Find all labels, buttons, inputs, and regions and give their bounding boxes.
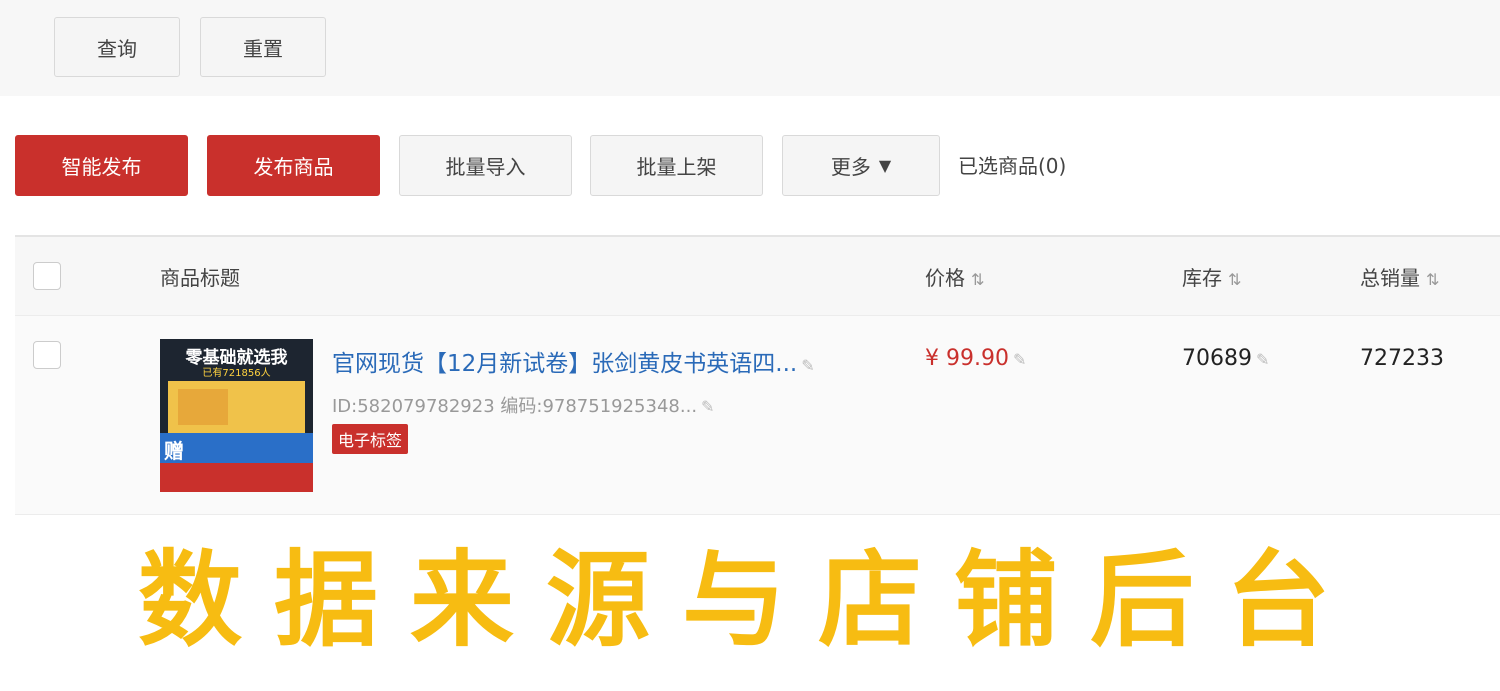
header-title: 商品标题 [160,266,240,290]
product-thumbnail[interactable]: 零基础就选我 已有721856人 赠 [160,339,313,492]
publish-product-button[interactable]: 发布商品 [207,135,380,196]
sort-icon[interactable]: ⇅ [1426,270,1439,289]
filter-bar: 查询 重置 [0,0,1500,96]
more-label: 更多 [830,155,871,179]
product-sales: 727233 [1360,346,1444,371]
reset-button[interactable]: 重置 [200,17,326,77]
row-checkbox[interactable] [33,341,61,369]
batch-list-button[interactable]: 批量上架 [590,135,763,196]
pencil-icon[interactable]: ✎ [1013,350,1026,369]
product-title: 官网现货【12月新试卷】张剑黄皮书英语四... [332,351,798,377]
table-row: 零基础就选我 已有721856人 赠 官网现货【12月新试卷】张剑黄皮书英语四.… [15,315,1500,515]
pencil-icon[interactable]: ✎ [701,397,714,416]
header-sales[interactable]: 总销量 ⇅ [1360,262,1439,291]
product-id-code: ID:582079782923 编码:978751925348... [332,396,698,417]
product-price: ¥ 99.90 ✎ [925,346,1026,371]
sort-icon[interactable]: ⇅ [971,270,984,289]
header-price-label: 价格 [925,266,965,290]
header-stock-label: 库存 [1182,266,1222,290]
table-header: 商品标题 价格 ⇅ 库存 ⇅ 总销量 ⇅ [15,235,1500,315]
product-meta: ID:582079782923 编码:978751925348... ✎ [332,392,714,418]
selected-count: 已选商品(0) [958,154,1067,178]
header-price[interactable]: 价格 ⇅ [925,262,984,291]
product-title-link[interactable]: 官网现货【12月新试卷】张剑黄皮书英语四... ✎ [332,344,815,378]
thumb-gift: 赠 [164,439,184,463]
pencil-icon[interactable]: ✎ [801,356,814,375]
book-image [168,381,305,433]
header-sales-label: 总销量 [1360,266,1420,290]
pencil-icon[interactable]: ✎ [1256,350,1269,369]
caret-down-icon: ▼ [878,156,892,175]
stock-value: 70689 [1182,346,1252,371]
search-button[interactable]: 查询 [54,17,180,77]
more-dropdown-button[interactable]: 更多 ▼ [782,135,940,196]
header-stock[interactable]: 库存 ⇅ [1182,262,1241,291]
select-all-checkbox[interactable] [33,262,61,290]
smart-publish-button[interactable]: 智能发布 [15,135,188,196]
electronic-tag-badge: 电子标签 [332,424,409,454]
thumb-sub: 已有721856人 [202,368,271,379]
product-stock: 70689 ✎ [1182,346,1269,371]
thumb-red-strip [160,463,313,492]
price-value: ¥ 99.90 [925,346,1009,371]
sort-icon[interactable]: ⇅ [1228,270,1241,289]
batch-import-button[interactable]: 批量导入 [399,135,572,196]
overlay-banner-text: 数据来源与店铺后台 [137,539,1362,661]
